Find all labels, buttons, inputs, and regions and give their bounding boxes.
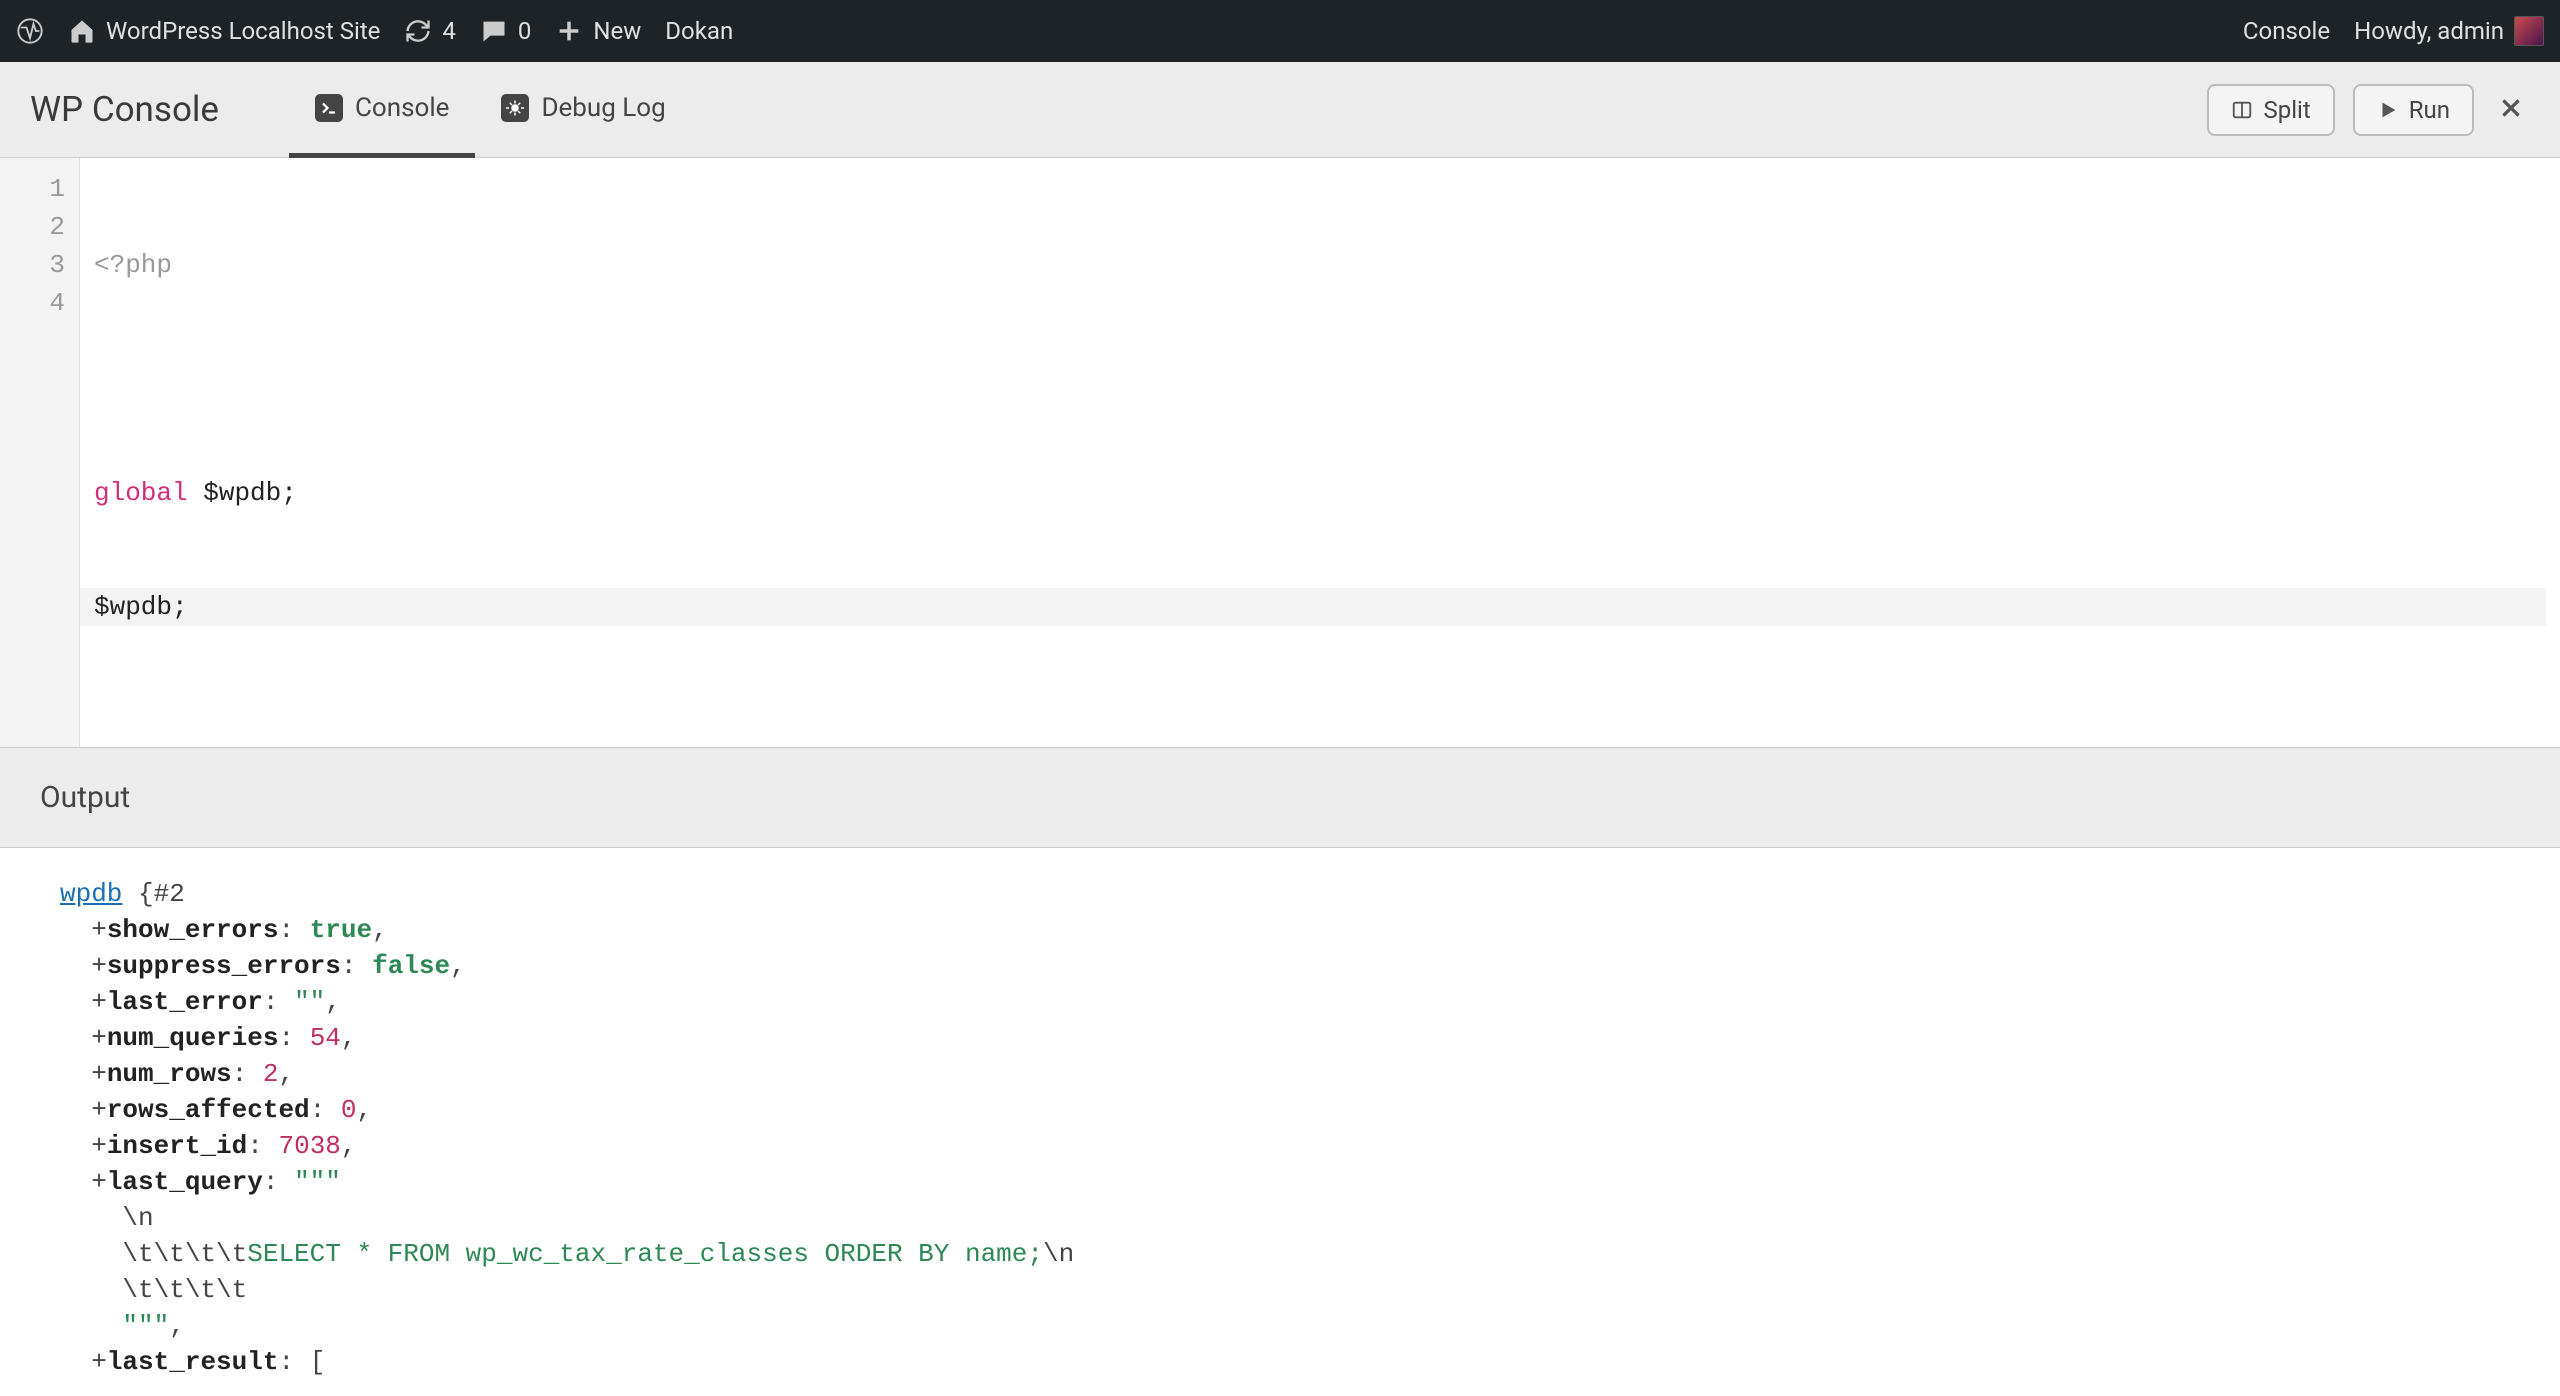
split-button[interactable]: Split (2207, 84, 2334, 136)
dokan-label: Dokan (665, 17, 733, 45)
close-panel-button[interactable] (2492, 90, 2530, 130)
play-icon (2377, 99, 2399, 121)
tab-console-label: Console (355, 93, 449, 123)
output-body[interactable]: wpdb {#2 +show_errors: true, +suppress_e… (0, 848, 2560, 1396)
code-line (94, 360, 2546, 398)
tab-debug-log[interactable]: Debug Log (475, 62, 691, 158)
line-number: 4 (0, 284, 65, 322)
wp-admin-bar: WordPress Localhost Site 4 0 New Dokan C… (0, 0, 2560, 62)
code-line: <?php (94, 246, 2546, 284)
tab-debug-log-label: Debug Log (541, 93, 665, 123)
code-line: global $wpdb; (94, 474, 2546, 512)
howdy-text: Howdy, admin (2354, 17, 2504, 45)
line-number: 2 (0, 208, 65, 246)
line-number-gutter: 1 2 3 4 (0, 158, 80, 747)
updates-link[interactable]: 4 (404, 17, 456, 45)
new-label: New (593, 17, 641, 45)
tab-bar: Console Debug Log (289, 62, 692, 157)
site-name: WordPress Localhost Site (106, 17, 380, 45)
comments-link[interactable]: 0 (480, 17, 532, 45)
run-button[interactable]: Run (2353, 84, 2474, 136)
bug-icon (501, 94, 529, 122)
plus-icon (555, 17, 583, 45)
close-icon (2498, 95, 2524, 121)
updates-count: 4 (442, 17, 456, 45)
home-icon (68, 17, 96, 45)
refresh-icon (404, 17, 432, 45)
console-toggle[interactable]: Console (2243, 17, 2330, 45)
split-icon (2231, 99, 2253, 121)
comment-icon (480, 17, 508, 45)
wp-logo[interactable] (16, 17, 44, 45)
site-home-link[interactable]: WordPress Localhost Site (68, 17, 380, 45)
line-number: 3 (0, 246, 65, 284)
wordpress-icon (16, 17, 44, 45)
tab-console[interactable]: Console (289, 62, 475, 158)
code-editor[interactable]: 1 2 3 4 <?php global $wpdb; $wpdb; (0, 158, 2560, 748)
wp-console-header: WP Console Console Debug Log Split Run (0, 62, 2560, 158)
terminal-icon (315, 94, 343, 122)
output-label: Output (40, 780, 130, 815)
code-area[interactable]: <?php global $wpdb; $wpdb; (80, 158, 2560, 747)
my-account[interactable]: Howdy, admin (2354, 16, 2544, 46)
panel-title: WP Console (30, 89, 219, 130)
line-number: 1 (0, 170, 65, 208)
comments-count: 0 (518, 17, 532, 45)
dokan-link[interactable]: Dokan (665, 17, 733, 45)
avatar (2514, 16, 2544, 46)
code-line: $wpdb; (80, 588, 2546, 626)
new-content-link[interactable]: New (555, 17, 641, 45)
output-class-link[interactable]: wpdb (60, 879, 122, 909)
output-header: Output (0, 748, 2560, 848)
